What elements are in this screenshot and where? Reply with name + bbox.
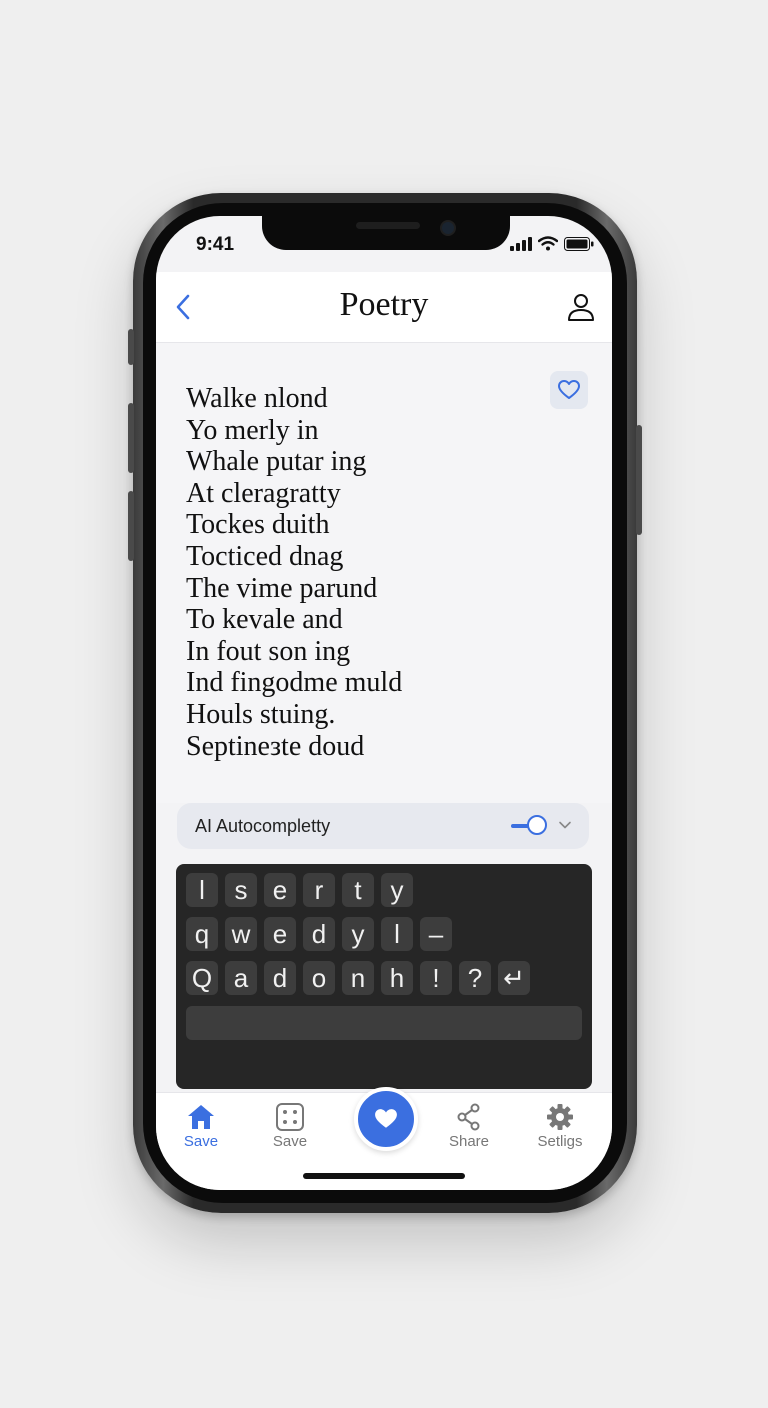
front-camera <box>440 220 456 236</box>
poem-line: Houls stuing. <box>186 698 336 730</box>
notch <box>262 216 510 250</box>
key[interactable]: o <box>303 961 335 995</box>
return-key[interactable]: ↵ <box>498 961 530 995</box>
poem-line: The vime parund <box>186 572 378 604</box>
key[interactable]: d <box>264 961 296 995</box>
key[interactable]: y <box>342 917 374 951</box>
poem-line: Ind fingodme muld <box>186 667 403 699</box>
home-indicator[interactable] <box>303 1173 465 1179</box>
poem-line: Yo merly in <box>186 414 319 446</box>
key[interactable]: s <box>225 873 257 907</box>
key[interactable]: – <box>420 917 452 951</box>
share-icon <box>457 1103 480 1131</box>
page-title: Poetry <box>339 286 429 323</box>
key[interactable]: d <box>303 917 335 951</box>
tab-settings[interactable]: Setligs <box>525 1103 595 1150</box>
key[interactable]: q <box>186 917 218 951</box>
poem-line: At cleragratty <box>186 477 341 509</box>
favorite-fab-button[interactable] <box>354 1087 418 1151</box>
signal-icon <box>510 236 532 251</box>
status-time: 9:41 <box>196 234 235 255</box>
speaker <box>356 222 420 229</box>
key[interactable]: ! <box>420 961 452 995</box>
key[interactable]: r <box>303 873 335 907</box>
app-header: Poetry <box>156 272 612 343</box>
dice-icon <box>276 1103 304 1131</box>
phone-screen: 9:41 Poetry Walke nlond Yo merly in Whal… <box>156 216 612 1190</box>
poem-content: Walke nlond Yo merly in Whale putar ing … <box>156 343 612 803</box>
key[interactable]: y <box>381 873 413 907</box>
key[interactable]: a <box>225 961 257 995</box>
wifi-icon <box>538 236 558 251</box>
chevron-down-icon[interactable] <box>557 817 573 833</box>
tab-save-home[interactable]: Save <box>166 1103 236 1150</box>
keyboard: l s e r t y q w e d y l – Q a d o n h ! … <box>176 864 592 1089</box>
poem-line: Walke nlond <box>186 383 328 414</box>
key[interactable]: w <box>225 917 257 951</box>
key[interactable]: e <box>264 873 296 907</box>
favorite-button[interactable] <box>550 371 588 409</box>
key[interactable]: l <box>381 917 413 951</box>
poem-text[interactable]: Walke nlond Yo merly in Whale putar ing … <box>186 383 402 762</box>
battery-icon <box>564 236 594 251</box>
key[interactable]: n <box>342 961 374 995</box>
key[interactable]: e <box>264 917 296 951</box>
keyboard-row-1: l s e r t y <box>186 873 413 907</box>
poem-line: Tockes duith <box>186 509 330 541</box>
ai-autocomplete-label: AI Autocompletty <box>195 816 331 836</box>
power-button <box>636 425 642 535</box>
poem-line: Whale putar ing <box>186 446 367 478</box>
home-icon <box>188 1105 214 1129</box>
keyboard-row-3: Q a d o n h ! ? ↵ <box>186 961 530 995</box>
keyboard-row-2: q w e d y l – <box>186 917 452 951</box>
person-icon[interactable] <box>566 292 596 322</box>
key[interactable]: l <box>186 873 218 907</box>
ai-autocomplete-bar: AI Autocompletty <box>177 803 589 849</box>
space-bar[interactable] <box>186 1006 582 1040</box>
key[interactable]: ? <box>459 961 491 995</box>
heart-icon <box>375 1109 397 1128</box>
toggle-knob <box>527 815 547 835</box>
tab-share[interactable]: Share <box>434 1103 504 1150</box>
tab-label: Save <box>272 1133 308 1150</box>
poem-line: To kevale and <box>186 604 343 636</box>
key[interactable]: h <box>381 961 413 995</box>
gear-icon <box>547 1104 573 1130</box>
poem-line: In fout son ing <box>186 635 351 667</box>
tab-save-dice[interactable]: Save <box>255 1103 325 1150</box>
volume-down-button <box>128 491 134 561</box>
tab-label: Setligs <box>537 1133 583 1150</box>
poem-line: Tocticed dnag <box>186 540 344 572</box>
volume-up-button <box>128 403 134 473</box>
poem-line: Septineзte doud <box>186 730 365 762</box>
heart-outline-icon <box>558 380 580 399</box>
ai-autocomplete-toggle[interactable] <box>511 815 551 837</box>
tab-label: Share <box>448 1133 490 1150</box>
key[interactable]: t <box>342 873 374 907</box>
tab-label: Save <box>183 1133 219 1150</box>
status-icons <box>510 236 594 251</box>
key[interactable]: Q <box>186 961 218 995</box>
mute-switch <box>128 329 134 365</box>
